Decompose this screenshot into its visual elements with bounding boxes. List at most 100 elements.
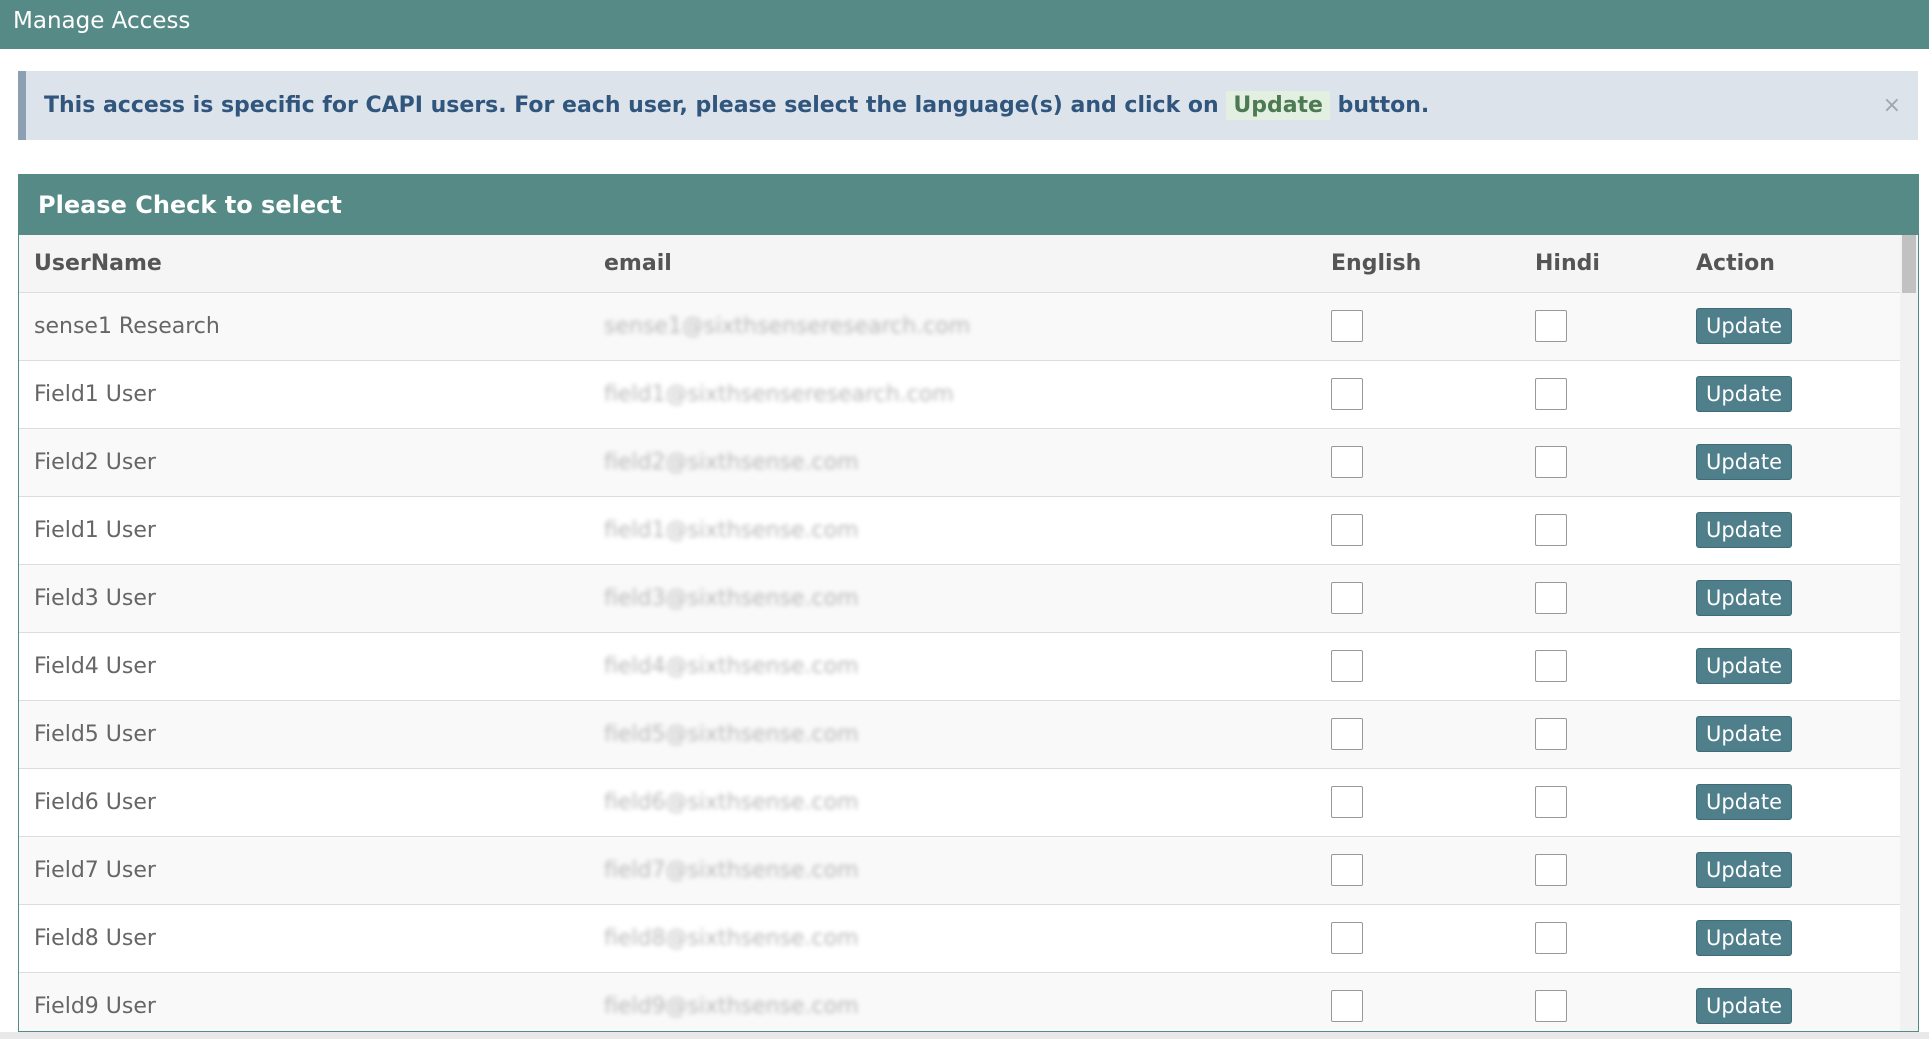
hindi-checkbox[interactable] bbox=[1535, 786, 1567, 818]
close-icon[interactable]: × bbox=[1883, 71, 1901, 140]
vertical-scrollbar[interactable] bbox=[1900, 235, 1918, 1031]
hindi-checkbox[interactable] bbox=[1535, 378, 1567, 410]
update-button[interactable]: Update bbox=[1696, 376, 1793, 412]
user-email: field1@sixthsense.com bbox=[589, 495, 1316, 564]
hindi-checkbox[interactable] bbox=[1535, 650, 1567, 682]
english-checkbox[interactable] bbox=[1331, 718, 1363, 750]
user-email: field9@sixthsense.com bbox=[589, 971, 1316, 1031]
user-email: sense1@sixthsenseresearch.com bbox=[589, 291, 1316, 360]
user-email-text: field1@sixthsenseresearch.com bbox=[604, 381, 954, 407]
hindi-cell bbox=[1520, 563, 1681, 632]
english-checkbox[interactable] bbox=[1331, 854, 1363, 886]
hindi-checkbox[interactable] bbox=[1535, 446, 1567, 478]
hindi-cell bbox=[1520, 359, 1681, 428]
user-email-text: field1@sixthsense.com bbox=[604, 517, 859, 543]
english-checkbox[interactable] bbox=[1331, 922, 1363, 954]
user-name: Field1 User bbox=[19, 495, 589, 564]
table-row: Field4 User field4@sixthsense.com Update bbox=[19, 631, 1901, 700]
user-name: Field3 User bbox=[19, 563, 589, 632]
update-button[interactable]: Update bbox=[1696, 444, 1793, 480]
update-button[interactable]: Update bbox=[1696, 512, 1793, 548]
table-row: Field8 User field8@sixthsense.com Update bbox=[19, 903, 1901, 972]
alert-keyword-update: Update bbox=[1226, 91, 1330, 120]
user-name: Field2 User bbox=[19, 427, 589, 496]
hindi-checkbox[interactable] bbox=[1535, 718, 1567, 750]
table-row: Field2 User field2@sixthsense.com Update bbox=[19, 427, 1901, 496]
update-button[interactable]: Update bbox=[1696, 648, 1793, 684]
update-button[interactable]: Update bbox=[1696, 716, 1793, 752]
column-header-email: email bbox=[589, 235, 1316, 293]
table-row: Field1 User field1@sixthsense.com Update bbox=[19, 495, 1901, 564]
action-cell: Update bbox=[1681, 563, 1901, 632]
user-name: Field5 User bbox=[19, 699, 589, 768]
update-button[interactable]: Update bbox=[1696, 988, 1793, 1025]
hindi-checkbox[interactable] bbox=[1535, 514, 1567, 546]
table-row: Field9 User field9@sixthsense.com Update bbox=[19, 971, 1901, 1031]
user-name-text: Field1 User bbox=[34, 517, 156, 543]
user-email: field2@sixthsense.com bbox=[589, 427, 1316, 496]
user-name-text: Field5 User bbox=[34, 721, 156, 747]
table-row: Field1 User field1@sixthsenseresearch.com… bbox=[19, 359, 1901, 428]
alert-text-after: button. bbox=[1337, 93, 1430, 118]
hindi-checkbox[interactable] bbox=[1535, 310, 1567, 342]
access-panel: Please Check to select UserName email En… bbox=[18, 174, 1919, 1032]
panel-title: Please Check to select bbox=[19, 175, 1918, 235]
english-cell bbox=[1316, 359, 1520, 428]
user-name-text: Field4 User bbox=[34, 653, 156, 679]
english-checkbox[interactable] bbox=[1331, 310, 1363, 342]
user-name-text: Field6 User bbox=[34, 789, 156, 815]
english-cell bbox=[1316, 563, 1520, 632]
english-cell bbox=[1316, 767, 1520, 836]
update-button[interactable]: Update bbox=[1696, 852, 1793, 888]
user-email-text: field3@sixthsense.com bbox=[604, 585, 859, 611]
user-name-text: Field7 User bbox=[34, 857, 156, 883]
update-button[interactable]: Update bbox=[1696, 308, 1793, 344]
column-header-hindi: Hindi bbox=[1520, 235, 1681, 293]
user-email: field6@sixthsense.com bbox=[589, 767, 1316, 836]
table-scroll-area[interactable]: UserName email English Hindi Action sens… bbox=[19, 235, 1918, 1031]
table-row: Field3 User field3@sixthsense.com Update bbox=[19, 563, 1901, 632]
user-email-text: field4@sixthsense.com bbox=[604, 653, 859, 679]
info-alert: This access is specific for CAPI users. … bbox=[18, 71, 1918, 140]
english-checkbox[interactable] bbox=[1331, 990, 1363, 1023]
scrollbar-thumb[interactable] bbox=[1902, 235, 1916, 293]
hindi-cell bbox=[1520, 427, 1681, 496]
hindi-checkbox[interactable] bbox=[1535, 922, 1567, 954]
hindi-checkbox[interactable] bbox=[1535, 582, 1567, 614]
english-checkbox[interactable] bbox=[1331, 650, 1363, 682]
column-header-username: UserName bbox=[19, 235, 589, 293]
english-checkbox[interactable] bbox=[1331, 514, 1363, 546]
english-checkbox[interactable] bbox=[1331, 446, 1363, 478]
action-cell: Update bbox=[1681, 767, 1901, 836]
english-checkbox[interactable] bbox=[1331, 378, 1363, 410]
window-title: Manage Access bbox=[13, 8, 191, 34]
action-cell: Update bbox=[1681, 495, 1901, 564]
english-cell bbox=[1316, 903, 1520, 972]
hindi-checkbox[interactable] bbox=[1535, 854, 1567, 886]
user-email-text: field9@sixthsense.com bbox=[604, 993, 859, 1019]
column-header-action: Action bbox=[1681, 235, 1901, 293]
user-name: Field1 User bbox=[19, 359, 589, 428]
user-email: field8@sixthsense.com bbox=[589, 903, 1316, 972]
user-name: Field9 User bbox=[19, 971, 589, 1031]
action-cell: Update bbox=[1681, 427, 1901, 496]
update-button[interactable]: Update bbox=[1696, 784, 1793, 820]
english-cell bbox=[1316, 495, 1520, 564]
user-name-text: Field8 User bbox=[34, 925, 156, 951]
update-button[interactable]: Update bbox=[1696, 580, 1793, 616]
user-email-text: field5@sixthsense.com bbox=[604, 721, 859, 747]
action-cell: Update bbox=[1681, 359, 1901, 428]
user-name: sense1 Research bbox=[19, 291, 589, 360]
user-name: Field4 User bbox=[19, 631, 589, 700]
user-name-text: Field2 User bbox=[34, 449, 156, 475]
hindi-cell bbox=[1520, 631, 1681, 700]
action-cell: Update bbox=[1681, 903, 1901, 972]
update-button[interactable]: Update bbox=[1696, 920, 1793, 956]
english-checkbox[interactable] bbox=[1331, 786, 1363, 818]
horizontal-scrollbar[interactable] bbox=[0, 1032, 1929, 1039]
table-row: Field6 User field6@sixthsense.com Update bbox=[19, 767, 1901, 836]
action-cell: Update bbox=[1681, 971, 1901, 1031]
english-checkbox[interactable] bbox=[1331, 582, 1363, 614]
table-header-row: UserName email English Hindi Action bbox=[19, 235, 1901, 293]
hindi-checkbox[interactable] bbox=[1535, 990, 1567, 1023]
